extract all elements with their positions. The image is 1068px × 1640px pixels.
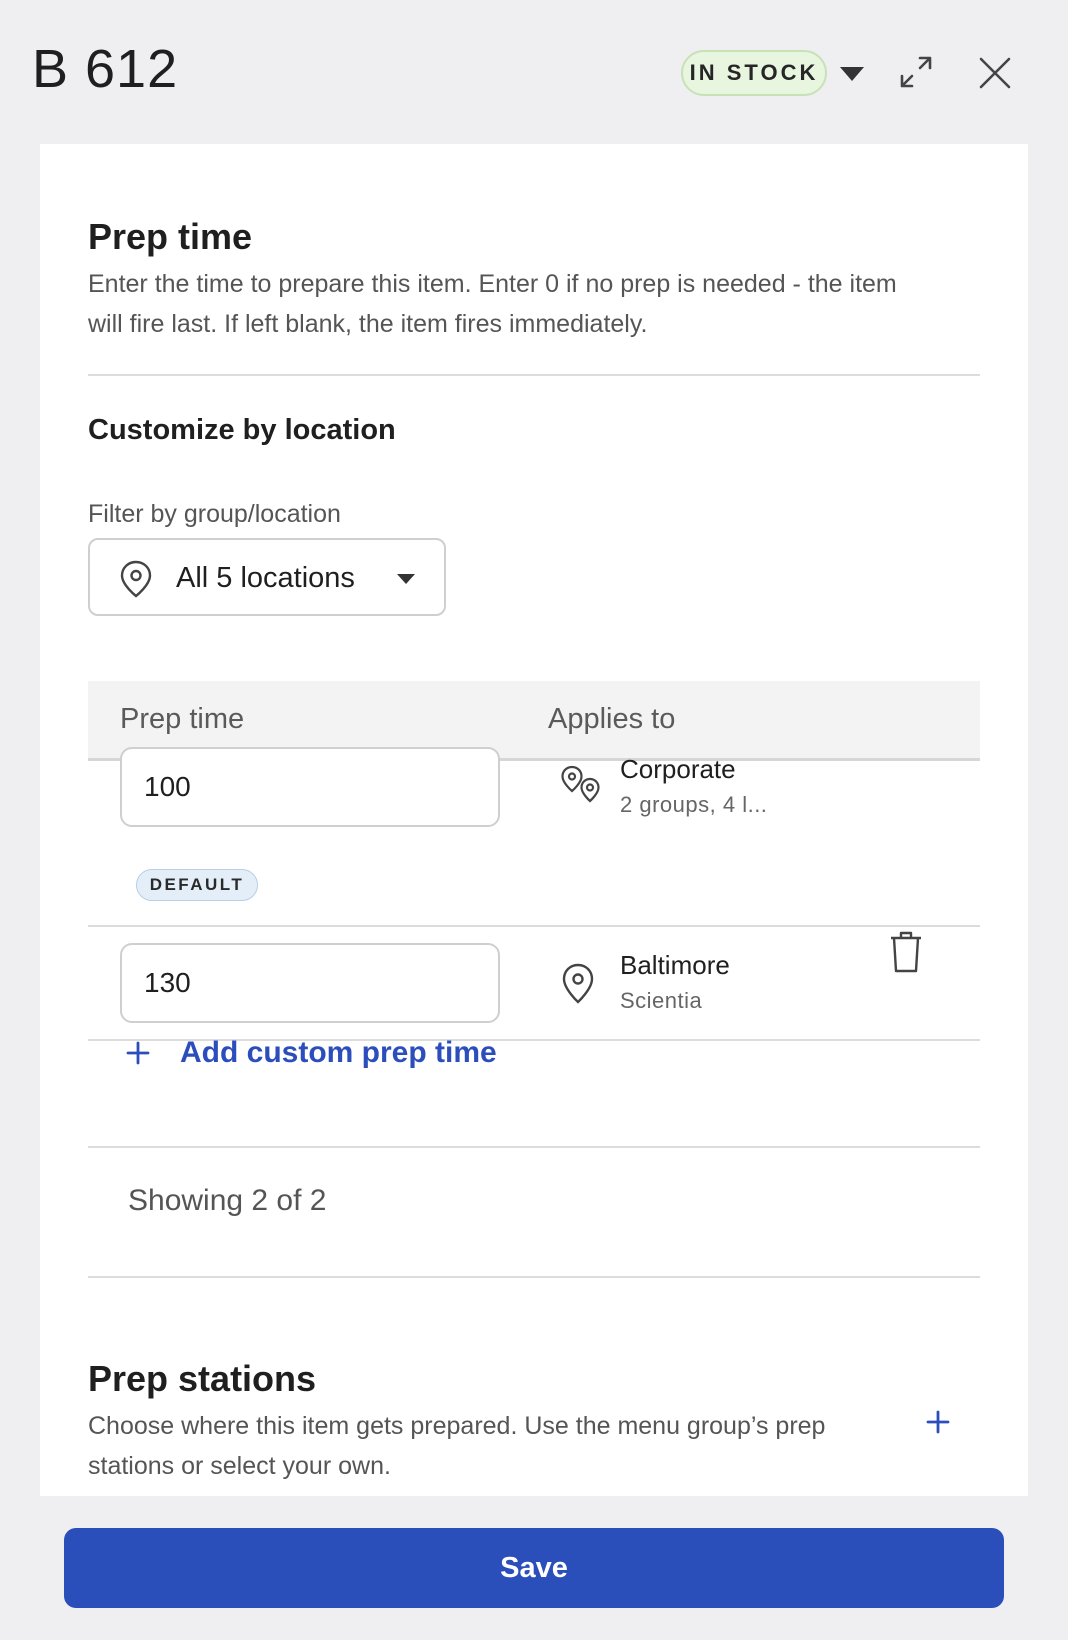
prep-time-description: Enter the time to prepare this item. Ent… — [88, 270, 897, 338]
prep-time-input-corporate[interactable] — [120, 747, 500, 827]
location-filter-dropdown[interactable]: All 5 locations — [88, 538, 446, 616]
filter-value: All 5 locations — [176, 562, 355, 594]
panel-header: B 612 IN STOCK — [0, 0, 1068, 144]
chevron-down-icon — [397, 574, 415, 584]
prep-stations-description: Choose where this item gets prepared. Us… — [88, 1412, 826, 1480]
location-name: Baltimore — [620, 950, 730, 980]
prep-stations-heading: Prep stations — [88, 1358, 317, 1399]
add-custom-prep-time-label: Add custom prep time — [180, 1036, 497, 1069]
column-header-prep-time: Prep time — [120, 703, 245, 735]
filter-label: Filter by group/location — [88, 500, 341, 528]
divider — [88, 374, 980, 376]
location-detail: Scientia — [620, 988, 703, 1013]
location-pin-icon — [120, 560, 152, 598]
plus-icon — [126, 1041, 150, 1065]
column-header-applies-to: Applies to — [548, 703, 676, 735]
divider — [88, 1146, 980, 1148]
item-title: B 612 — [32, 39, 179, 99]
pagination-count: Showing 2 of 2 — [128, 1184, 327, 1217]
prep-time-heading: Prep time — [88, 216, 253, 257]
divider — [88, 1276, 980, 1278]
expand-icon[interactable] — [896, 52, 936, 92]
location-detail: 2 groups, 4 l... — [620, 792, 768, 817]
row-divider — [88, 925, 980, 927]
multi-location-icon — [561, 765, 600, 803]
customize-by-location-heading: Customize by location — [88, 414, 396, 446]
trash-icon[interactable] — [888, 930, 924, 974]
add-custom-prep-time-button[interactable]: Add custom prep time — [120, 1028, 497, 1078]
default-badge: DEFAULT — [136, 869, 258, 901]
add-prep-station-icon[interactable] — [926, 1410, 950, 1434]
stock-status-badge[interactable]: IN STOCK — [681, 50, 827, 96]
save-button[interactable]: Save — [64, 1528, 1004, 1608]
prep-time-input-baltimore[interactable] — [120, 943, 500, 1023]
item-detail-card: Prep time Enter the time to prepare this… — [40, 144, 1028, 1496]
caret-down-icon[interactable] — [837, 64, 867, 84]
location-name: Corporate — [620, 754, 736, 784]
location-pin-icon — [562, 963, 594, 1004]
close-icon[interactable] — [976, 54, 1014, 92]
